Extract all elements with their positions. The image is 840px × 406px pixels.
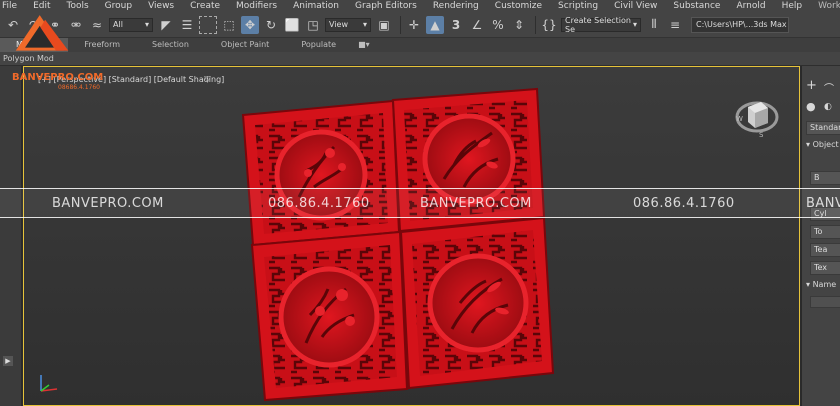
tab-populate[interactable]: Populate	[285, 38, 352, 52]
compass-south: S	[759, 131, 764, 139]
menu-group[interactable]: Group	[97, 0, 140, 12]
snap-3d-icon[interactable]: 3	[447, 16, 465, 34]
perspective-viewport[interactable]: [+] [Perspective] [Standard] [Default Sh…	[23, 66, 800, 406]
object-name-field[interactable]	[810, 296, 840, 308]
keyboard-shortcut-icon[interactable]: ▲	[426, 15, 444, 34]
menu-animation[interactable]: Animation	[285, 0, 347, 12]
create-tab-icon[interactable]: +	[806, 78, 817, 93]
main-toolbar: ↶ ↷ ⚭ ⚮ ≈ All▾ ◤ ☰ ⬚ ✥ ↻ ⬜ ◳ View▾ ▣ ✛ ▲…	[0, 12, 840, 38]
menu-file[interactable]: File	[0, 0, 25, 12]
selection-filter-select[interactable]: All ▾	[109, 17, 153, 32]
reference-coord-value: View	[329, 20, 348, 29]
menu-create[interactable]: Create	[182, 0, 228, 12]
select-object-icon[interactable]: ◤	[157, 16, 175, 34]
watermark-site-partial: BANV	[806, 196, 840, 211]
compass-west: W	[736, 115, 743, 123]
textplus-button[interactable]: Tex	[810, 261, 840, 275]
toolbar-separator	[535, 15, 536, 34]
bind-spacewarp-icon[interactable]: ≈	[88, 16, 106, 34]
menu-workspaces[interactable]: Workspace	[810, 0, 840, 12]
ribbon-tabs: Modeling Freeform Selection Object Paint…	[0, 38, 840, 52]
window-crossing-icon[interactable]: ⬚	[220, 16, 238, 34]
watermark-phone: 086.86.4.1760	[268, 196, 370, 211]
menu-customize[interactable]: Customize	[487, 0, 550, 12]
placement-icon[interactable]: ◳	[304, 16, 322, 34]
menu-graph-editors[interactable]: Graph Editors	[347, 0, 425, 12]
carved-panels-model[interactable]	[24, 67, 800, 406]
panel-top-left	[241, 99, 401, 247]
shapes-icon[interactable]: ◐	[824, 102, 832, 112]
select-manipulate-icon[interactable]: ✛	[405, 16, 423, 34]
rect-selection-icon[interactable]	[199, 15, 217, 34]
watermark-band: BANVEPRO.COM 086.86.4.1760 BANVEPRO.COM …	[0, 188, 840, 218]
menu-edit[interactable]: Edit	[25, 0, 58, 12]
name-color-label: Name	[812, 280, 837, 289]
modify-tab-icon[interactable]: ⌒	[824, 80, 834, 95]
chevron-down-icon: ▾	[144, 20, 149, 29]
primitive-type-select[interactable]: Standard	[806, 121, 840, 135]
chevron-down-icon: ▾	[632, 20, 637, 29]
menu-help[interactable]: Help	[774, 0, 811, 12]
torus-button[interactable]: To	[810, 225, 840, 239]
align-icon[interactable]: ≡	[666, 16, 684, 34]
expand-arrow-icon[interactable]: ▶	[3, 356, 13, 366]
left-command-strip: ▶	[0, 66, 22, 406]
select-by-name-icon[interactable]: ☰	[178, 16, 196, 34]
object-type-section[interactable]: ▾ Object	[806, 140, 839, 149]
banvepro-logo-icon	[15, 15, 69, 51]
menu-scripting[interactable]: Scripting	[550, 0, 606, 12]
toolbar-separator	[400, 15, 401, 34]
menu-rendering[interactable]: Rendering	[425, 0, 487, 12]
mirror-icon[interactable]: ⫴	[645, 16, 663, 34]
move-icon[interactable]: ✥	[241, 15, 259, 34]
panel-bottom-right	[399, 216, 555, 390]
menu-tools[interactable]: Tools	[59, 0, 97, 12]
reference-coord-select[interactable]: View ▾	[325, 17, 371, 32]
viewcube-icon[interactable]: W S	[734, 93, 780, 139]
command-panel: + ⌒ ● ◐ Standard ▾ Object B Cyl To Tea T…	[801, 66, 840, 406]
rotate-icon[interactable]: ↻	[262, 16, 280, 34]
edit-named-sets-icon[interactable]: {}	[540, 16, 558, 34]
teapot-button[interactable]: Tea	[810, 243, 840, 257]
object-type-label: Object	[812, 140, 839, 149]
panel-bottom-left	[250, 230, 409, 402]
geometry-icon[interactable]: ●	[806, 100, 816, 113]
scale-icon[interactable]: ⬜	[283, 16, 301, 34]
menu-civil-view[interactable]: Civil View	[606, 0, 665, 12]
named-selection-set-select[interactable]: Create Selection Se ▾	[561, 15, 641, 34]
pivot-icon[interactable]: ▣	[375, 16, 393, 34]
menu-views[interactable]: Views	[140, 0, 182, 12]
watermark-site: BANVEPRO.COM	[52, 196, 164, 211]
logo-phone: 08686.4.1760	[58, 84, 100, 91]
menu-modifiers[interactable]: Modifiers	[228, 0, 285, 12]
tab-object-paint[interactable]: Object Paint	[205, 38, 285, 52]
angle-snap-icon[interactable]: ∠	[468, 16, 486, 34]
ribbon-panel: Polygon Mod	[0, 52, 840, 66]
axis-tripod-icon	[40, 375, 58, 392]
box-button[interactable]: B	[810, 171, 840, 185]
project-path-field[interactable]: C:\Users\HP\...3ds Max 202	[691, 16, 789, 33]
spinner-snap-icon[interactable]: ⇕	[510, 16, 528, 34]
named-selection-set-value: Create Selection Se	[565, 15, 631, 34]
watermark-site: BANVEPRO.COM	[420, 196, 532, 211]
chevron-down-icon: ▾	[362, 20, 367, 29]
tab-selection[interactable]: Selection	[136, 38, 205, 52]
ribbon-options-icon[interactable]: ■▾	[352, 38, 376, 52]
percent-snap-icon[interactable]: %	[489, 16, 507, 34]
name-color-section[interactable]: ▾ Name	[806, 280, 836, 289]
logo-name: BANVEPRO.COM	[12, 72, 104, 83]
selection-filter-value: All	[113, 20, 123, 29]
watermark-phone: 086.86.4.1760	[633, 196, 735, 211]
menu-substance[interactable]: Substance	[665, 0, 728, 12]
menu-bar: File Edit Tools Group Views Create Modif…	[0, 0, 840, 12]
menu-arnold[interactable]: Arnold	[728, 0, 773, 12]
